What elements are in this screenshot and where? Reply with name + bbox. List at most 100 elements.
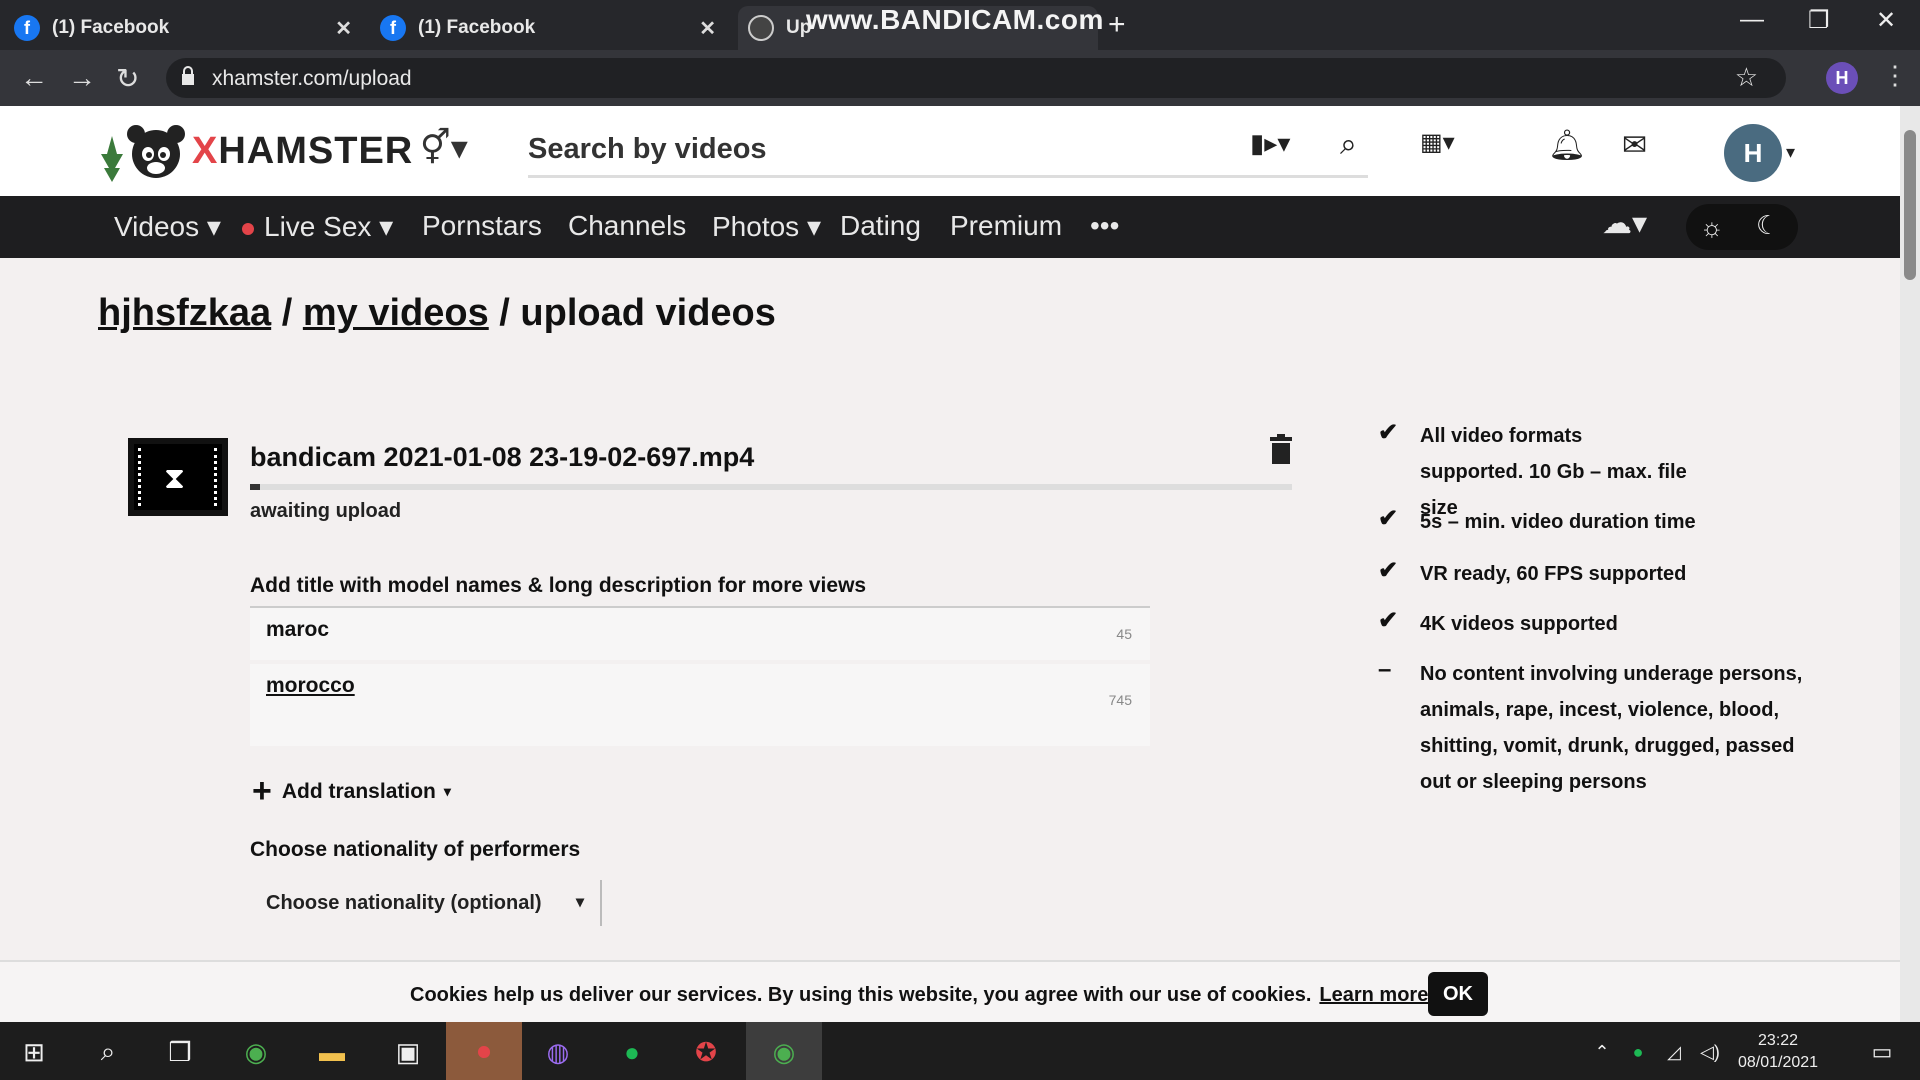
nav-pornstars[interactable]: Pornstars [422,210,542,242]
requirement-item: ✔ 5s – min. video duration time [1378,504,1828,540]
app-icon[interactable]: ✪ [688,1034,724,1070]
orientation-selector-icon[interactable]: ⚥▾ [420,128,468,168]
nationality-label: Choose nationality of performers [250,838,581,861]
video-filter-icon[interactable]: ▮▸▾ [1250,128,1290,159]
upload-filename: bandicam 2021-01-08 23-19-02-697.mp4 [250,442,755,472]
address-bar[interactable]: xhamster.com/upload ☆ [166,58,1786,98]
notification-center-icon[interactable]: ▭ [1864,1034,1900,1070]
site-header: XHAMSTER ⚥▾ ▮▸▾ ⌕ ▦▾ 🔔︎ ✉ H ▾ [0,106,1900,196]
url-text: xhamster.com/upload [212,67,412,90]
minimize-icon[interactable]: — [1740,6,1764,34]
theme-toggle[interactable]: ☼ ☾ [1686,204,1798,250]
breadcrumb-user-link[interactable]: hjhsfzkaa [98,292,271,334]
browser-profile-avatar[interactable]: H [1826,62,1858,94]
moon-icon: ☾ [1756,210,1780,240]
title-field[interactable]: 45 [250,606,1150,660]
bookmark-star-icon[interactable]: ☆ [1735,62,1758,93]
chevron-down-icon: ▾ [575,894,584,911]
nationality-select[interactable]: Choose nationality (optional) ▾ [262,880,602,926]
browser-menu-icon[interactable]: ⋮ [1882,60,1908,91]
upload-cloud-icon[interactable]: ☁▾ [1602,206,1647,241]
breadcrumb-my-videos-link[interactable]: my videos [303,292,489,334]
requirement-item: – No content involving underage persons,… [1378,656,1828,800]
live-dot-icon [242,222,254,235]
language-flag-icon[interactable]: ▦▾ [1420,128,1455,157]
search-field[interactable] [528,126,1368,178]
tray-spotify-icon[interactable]: ● [1620,1034,1656,1070]
requirement-text: VR ready, 60 FPS supported [1420,563,1687,585]
nav-dating[interactable]: Dating [840,210,921,242]
logo-text: XHAMSTER [192,129,414,172]
notifications-bell-icon[interactable]: 🔔︎ [1548,128,1586,163]
site-nav: Videos ▾ Live Sex ▾ Pornstars Channels P… [0,196,1900,258]
restore-icon[interactable]: ❐ [1808,6,1830,35]
sun-icon: ☼ [1700,212,1724,242]
checkmark-icon: ✔ [1378,607,1399,634]
chrome-icon[interactable]: ◉ [238,1034,274,1070]
user-avatar[interactable]: H [1724,124,1782,182]
messages-envelope-icon[interactable]: ✉ [1622,128,1647,163]
store-icon[interactable]: ▣ [390,1034,426,1070]
tray-chevron-icon[interactable]: ⌃ [1584,1034,1620,1070]
task-view-icon[interactable]: ❒ [162,1034,198,1070]
description-char-counter: 745 [1108,692,1132,708]
cookie-message: Cookies help us deliver our services. By… [410,984,1429,1006]
title-input[interactable] [250,608,1110,652]
dash-icon: – [1378,656,1392,683]
trash-icon[interactable] [1270,434,1292,464]
close-window-icon[interactable]: ✕ [1876,6,1896,35]
forward-icon[interactable]: → [68,62,96,94]
close-tab-icon[interactable]: ✕ [699,16,716,41]
nav-live-sex[interactable]: Live Sex ▾ [242,210,393,243]
browser-tab-strip: f (1) Facebook ✕ f (1) Facebook ✕ Up www… [0,0,1920,50]
file-explorer-icon[interactable]: ▬ [314,1034,350,1070]
requirement-text: 4K videos supported [1420,613,1618,635]
volume-icon[interactable]: ◁) [1692,1034,1728,1070]
bandicam-icon[interactable]: ⏺ [466,1034,502,1070]
close-tab-icon[interactable]: ✕ [335,16,352,41]
hourglass-icon: ⧗ [164,462,186,495]
nationality-placeholder: Choose nationality (optional) [266,892,542,914]
title-char-counter: 45 [1116,626,1132,642]
page-scrollbar[interactable] [1900,106,1920,1022]
upload-progress-fill [250,484,261,490]
breadcrumb-separator: / [281,292,293,334]
nav-photos[interactable]: Photos ▾ [712,210,821,243]
facebook-icon: f [14,15,40,41]
windows-start-icon[interactable]: ⊞ [16,1034,52,1070]
nav-channels[interactable]: Channels [568,210,686,242]
learn-more-link[interactable]: Learn more [1319,984,1428,1006]
breadcrumb: hjhsfzkaa / my videos / upload videos [98,292,776,335]
nav-more-icon[interactable]: ••• [1090,210,1119,242]
description-field[interactable]: morocco 745 [250,664,1150,746]
cookie-ok-button[interactable]: OK [1428,972,1488,1016]
nav-premium[interactable]: Premium [950,210,1062,242]
checkmark-icon: ✔ [1378,557,1399,584]
back-icon[interactable]: ← [20,62,48,94]
checkmark-icon: ✔ [1378,505,1399,532]
spotify-icon[interactable]: ● [614,1034,650,1070]
clock-time: 23:22 [1758,1032,1799,1049]
taskbar-search-icon[interactable]: ⌕ [90,1034,126,1070]
browser-tab[interactable]: f (1) Facebook ✕ [14,6,366,50]
upload-progress-bar [250,484,1292,490]
network-icon[interactable]: ◿ [1656,1034,1692,1070]
chevron-down-icon[interactable]: ▾ [1786,142,1795,163]
reload-icon[interactable]: ↻ [116,62,139,95]
nav-videos[interactable]: Videos ▾ [114,210,221,243]
video-thumbnail-icon: ⧗ [128,438,228,516]
search-icon[interactable]: ⌕ [1340,128,1357,162]
xhamster-icon [748,15,774,41]
site-logo[interactable]: XHAMSTER [98,116,413,186]
messenger-icon[interactable]: ◍ [540,1034,576,1070]
description-textarea[interactable]: morocco [250,664,1110,732]
chrome-icon[interactable]: ◉ [766,1034,802,1070]
scrollbar-thumb[interactable] [1904,130,1916,280]
new-tab-icon[interactable]: + [1108,8,1126,42]
add-translation-button[interactable]: + Add translation ▾ [252,772,451,811]
search-input[interactable] [528,126,1108,172]
taskbar-clock[interactable]: 23:22 08/01/2021 [1738,1030,1818,1074]
chevron-down-icon: ▾ [443,783,451,799]
requirement-text: No content involving underage persons, a… [1420,663,1803,793]
browser-tab[interactable]: f (1) Facebook ✕ [380,6,730,50]
